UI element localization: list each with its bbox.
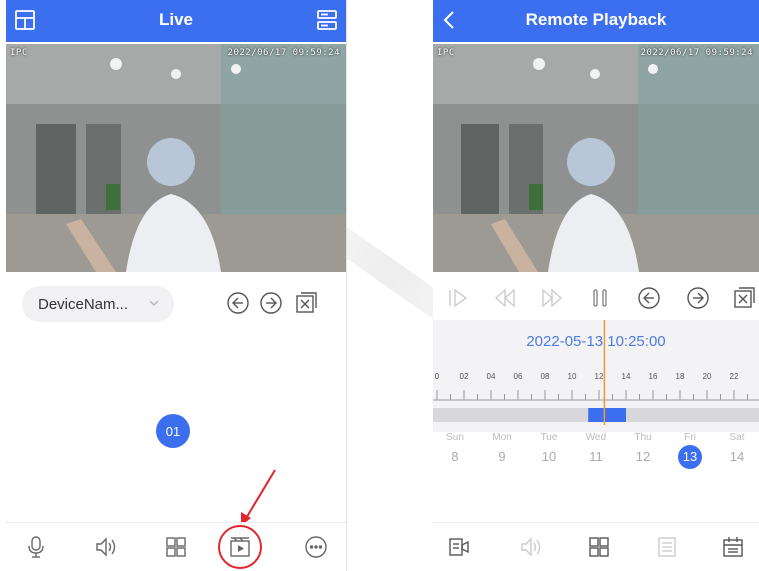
day-date: 13: [678, 445, 702, 469]
rewind-icon[interactable]: [490, 283, 520, 313]
osd-channel: IPC: [437, 48, 455, 58]
microphone-icon[interactable]: [22, 533, 50, 561]
pause-icon[interactable]: [585, 283, 615, 313]
day-date: 12: [635, 449, 651, 464]
page-title: Live: [158, 10, 194, 29]
device-list-icon[interactable]: [316, 9, 338, 31]
arrow-right-circle-icon[interactable]: [257, 289, 285, 317]
playback-video[interactable]: IPC 2022/06/17 09:59:24: [433, 44, 759, 272]
recorded-segment[interactable]: [588, 408, 626, 422]
speaker-icon[interactable]: [517, 533, 545, 561]
record-icon[interactable]: [445, 533, 473, 561]
day-name: Sat: [729, 432, 745, 443]
day-name: Wed: [585, 432, 607, 443]
day-name: Sun: [446, 432, 464, 443]
day-item-thu[interactable]: Thu 12: [623, 432, 663, 464]
grid-icon[interactable]: [162, 533, 190, 561]
osd-timestamp: 2022/06/17 09:59:24: [227, 48, 340, 58]
annotation-arrow: [241, 469, 276, 526]
speaker-icon[interactable]: [92, 533, 120, 561]
live-video[interactable]: IPC 2022/06/17 09:59:24: [6, 44, 346, 272]
fast-forward-icon[interactable]: [537, 283, 567, 313]
day-name: Tue: [540, 432, 558, 443]
device-select[interactable]: DeviceNam...: [22, 286, 174, 322]
playback-button[interactable]: [218, 525, 262, 569]
grid-icon[interactable]: [585, 533, 613, 561]
close-window-icon[interactable]: [729, 283, 759, 313]
day-item-sun[interactable]: Sun 8: [435, 432, 475, 464]
day-item-wed[interactable]: Wed 11: [576, 432, 616, 464]
camera-feed-image: [433, 44, 759, 272]
live-screen: Live IPC 2022/06/17 09:59:24 DeviceNam..…: [6, 0, 347, 571]
week-day-selector: Sun 8 Mon 9 Tue 10 Wed 11 Thu 12 Fri 13 Sat 14: [433, 432, 759, 480]
close-window-icon[interactable]: [292, 289, 320, 317]
list-icon[interactable]: [653, 533, 681, 561]
arrow-left-circle-icon[interactable]: [224, 289, 252, 317]
day-date: 8: [451, 449, 459, 464]
calendar-icon[interactable]: [719, 533, 747, 561]
day-date: 9: [498, 449, 506, 464]
arrow-left-circle-icon[interactable]: [634, 283, 664, 313]
day-item-fri[interactable]: Fri 13: [670, 432, 710, 469]
day-name: Fri: [684, 432, 696, 443]
playback-bottom-toolbar: [433, 522, 759, 571]
playback-datetime: 2022-05-13 10:25:00: [526, 333, 666, 350]
arrow-right-circle-icon[interactable]: [683, 283, 713, 313]
day-name: Thu: [634, 432, 652, 443]
chevron-down-icon: [148, 297, 160, 309]
more-icon[interactable]: [302, 533, 330, 561]
playback-icon: [228, 535, 252, 559]
day-item-tue[interactable]: Tue 10: [529, 432, 569, 464]
day-item-sat[interactable]: Sat 14: [717, 432, 757, 464]
step-play-icon[interactable]: [443, 283, 473, 313]
osd-channel: IPC: [10, 48, 28, 58]
window-badge[interactable]: 01: [156, 414, 190, 448]
playback-screen: Remote Playback IPC 2022/06/17 09:59:24: [433, 0, 759, 571]
device-select-value: DeviceNam...: [38, 295, 129, 313]
day-date: 10: [541, 449, 557, 464]
osd-timestamp: 2022/06/17 09:59:24: [640, 48, 753, 58]
day-item-mon[interactable]: Mon 9: [482, 432, 522, 464]
timeline[interactable]: 0 02 04 06 08 10 12 14 16 18 20 22: [433, 320, 759, 425]
playback-header: Remote Playback: [433, 0, 759, 42]
day-date: 11: [589, 449, 603, 464]
live-header: Live: [6, 0, 346, 42]
day-date: 14: [729, 449, 745, 464]
live-bottom-toolbar: [6, 522, 346, 571]
day-name: Mon: [492, 432, 512, 443]
camera-feed-image: [6, 44, 346, 272]
page-title: Remote Playback: [525, 10, 667, 29]
